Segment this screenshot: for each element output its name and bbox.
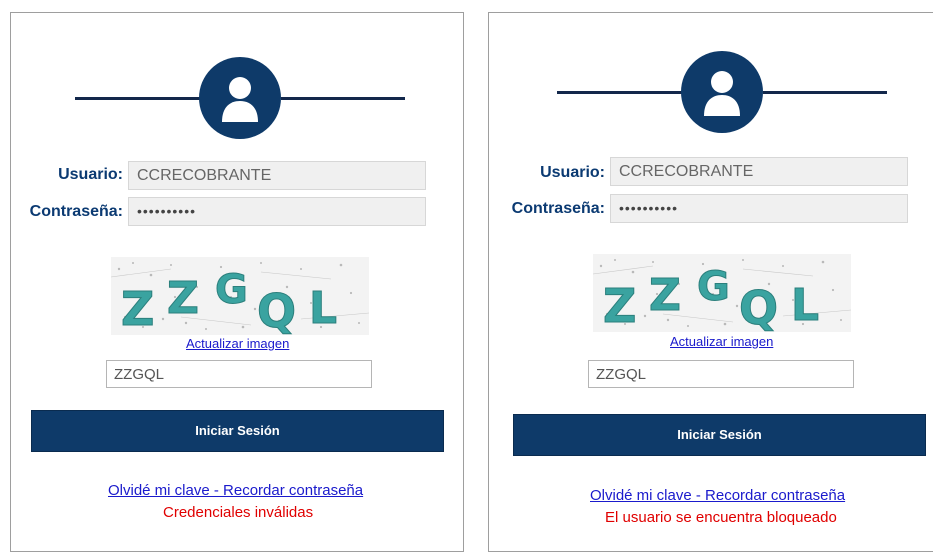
svg-text:Q: Q <box>257 284 296 335</box>
svg-text:L: L <box>309 283 337 334</box>
divider-line <box>763 91 887 94</box>
svg-text:Z: Z <box>121 282 154 335</box>
login-button[interactable]: Iniciar Sesión <box>513 414 926 456</box>
svg-text:Z: Z <box>603 279 636 332</box>
avatar <box>199 57 281 139</box>
user-silhouette-icon <box>222 77 258 122</box>
login-panel-left: Usuario: CCRECOBRANTE Contraseña: ••••••… <box>10 12 464 552</box>
svg-text:G: G <box>215 267 248 313</box>
refresh-captcha-link[interactable]: Actualizar imagen <box>670 334 773 349</box>
forgot-password-link[interactable]: Olvidé mi clave - Recordar contraseña <box>108 482 363 499</box>
svg-text:Q: Q <box>739 281 778 332</box>
avatar <box>681 51 763 133</box>
forgot-password-link[interactable]: Olvidé mi clave - Recordar contraseña <box>590 487 845 504</box>
user-silhouette-icon <box>704 71 740 116</box>
login-button[interactable]: Iniciar Sesión <box>31 410 444 452</box>
login-panel-right: Usuario: CCRECOBRANTE Contraseña: ••••••… <box>488 12 933 552</box>
divider-line <box>557 91 683 94</box>
username-field[interactable]: CCRECOBRANTE <box>610 157 908 186</box>
refresh-captcha-link[interactable]: Actualizar imagen <box>186 336 289 351</box>
username-label: Usuario: <box>58 166 123 183</box>
divider-line <box>281 97 405 100</box>
svg-text:Z: Z <box>167 273 199 324</box>
captcha-input[interactable] <box>106 360 372 388</box>
svg-text:Z: Z <box>649 270 681 321</box>
captcha-image: Z Z G Q L <box>111 257 369 335</box>
captcha-input[interactable] <box>588 360 854 388</box>
password-label: Contraseña: <box>511 200 605 217</box>
username-field[interactable]: CCRECOBRANTE <box>128 161 426 190</box>
username-label: Usuario: <box>540 164 605 181</box>
divider-line <box>75 97 201 100</box>
error-message: Credenciales inválidas <box>163 504 314 521</box>
password-label: Contraseña: <box>29 203 123 220</box>
password-field[interactable]: •••••••••• <box>610 194 908 223</box>
captcha-image: Z Z G Q L <box>593 254 851 332</box>
password-field[interactable]: •••••••••• <box>128 197 426 226</box>
svg-text:L: L <box>791 280 819 331</box>
svg-text:G: G <box>697 264 730 310</box>
error-message: El usuario se encuentra bloqueado <box>605 509 837 526</box>
